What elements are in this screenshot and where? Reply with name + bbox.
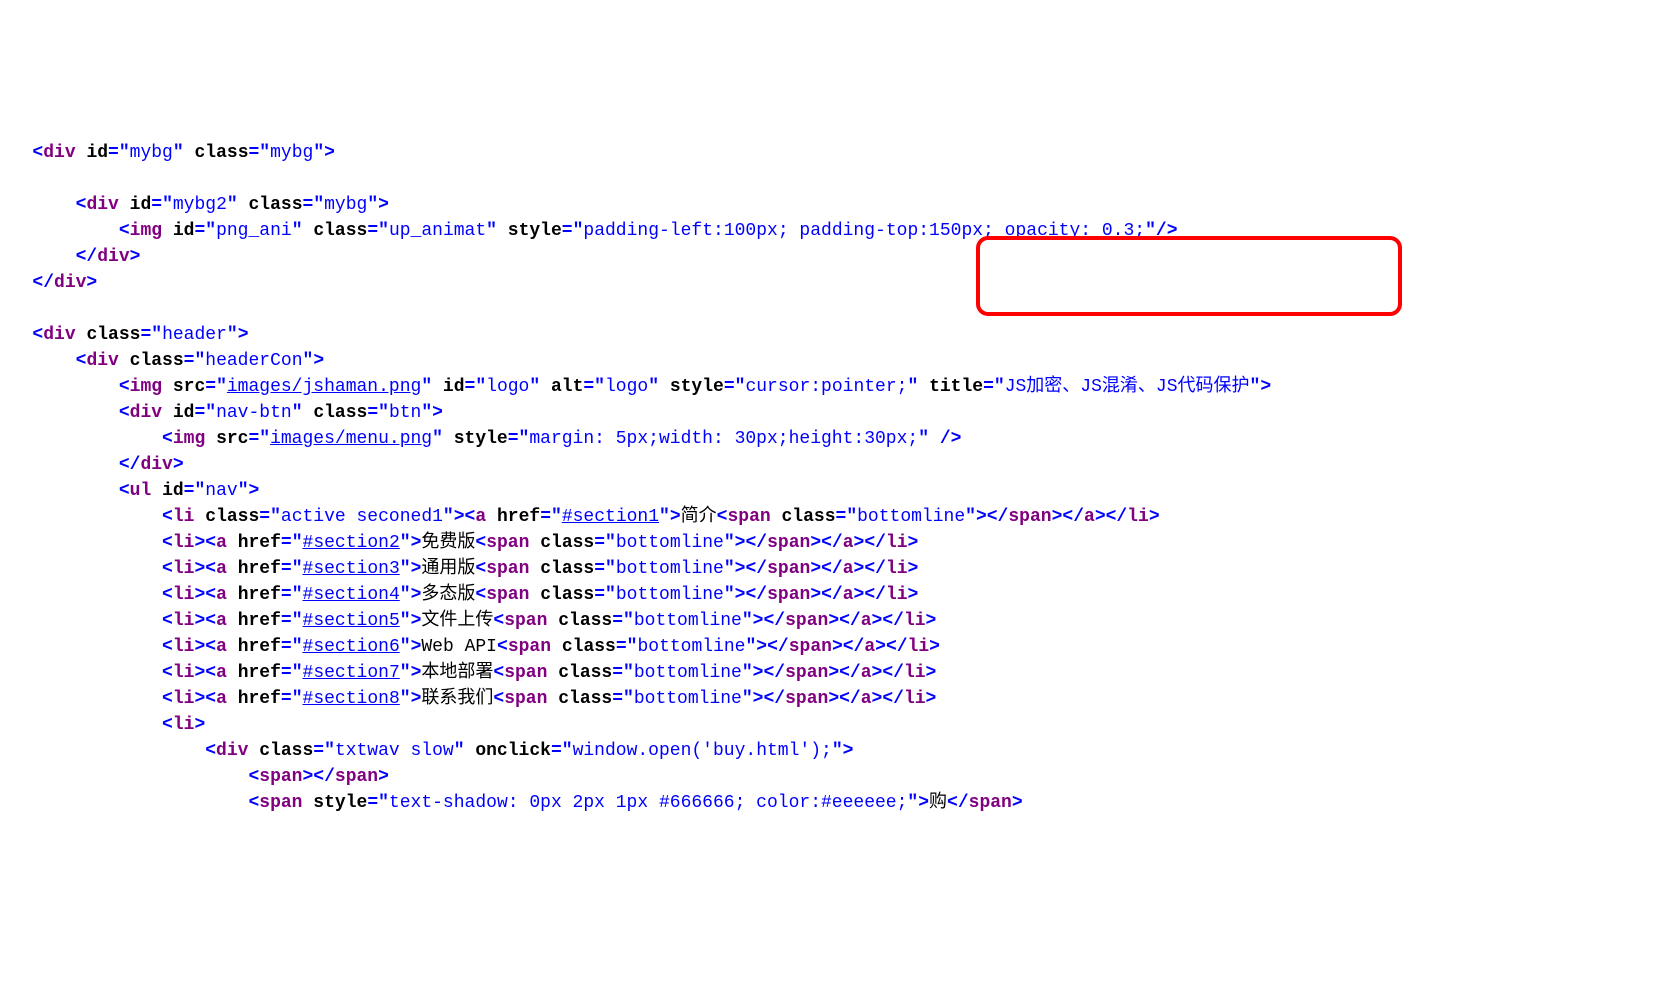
code-line: <div class="header"> — [0, 325, 249, 345]
code-line: </div> — [0, 273, 97, 293]
code-line: <li><a href="#section6">Web API<span cla… — [0, 637, 940, 657]
src-link[interactable]: images/jshaman.png — [227, 377, 421, 397]
code-viewer: <div id="mybg" class="mybg"> <div id="my… — [0, 104, 1660, 816]
code-line: <div id="mybg" class="mybg"> — [0, 143, 335, 163]
code-line: <li> — [0, 715, 205, 735]
code-line: <img src="images/menu.png" style="margin… — [0, 429, 961, 449]
href-link[interactable]: #section1 — [562, 507, 659, 527]
href-link[interactable]: #section4 — [303, 585, 400, 605]
code-line: <ul id="nav"> — [0, 481, 259, 501]
code-line: </div> — [0, 455, 184, 475]
code-line: <div id="mybg2" class="mybg"> — [0, 195, 389, 215]
code-line: <li class="active seconed1"><a href="#se… — [0, 507, 1160, 527]
code-line: <div class="txtwav slow" onclick="window… — [0, 741, 853, 761]
code-line: <img id="png_ani" class="up_animat" styl… — [0, 221, 1178, 241]
code-line: <span style="text-shadow: 0px 2px 1px #6… — [0, 793, 1023, 813]
href-link[interactable]: #section3 — [303, 559, 400, 579]
code-line: <li><a href="#section5">文件上传<span class=… — [0, 611, 936, 631]
src-link[interactable]: images/menu.png — [270, 429, 432, 449]
href-link[interactable]: #section7 — [303, 663, 400, 683]
code-line: <div class="headerCon"> — [0, 351, 324, 371]
code-line: </div> — [0, 247, 140, 267]
code-line: <li><a href="#section4">多态版<span class="… — [0, 585, 918, 605]
code-line: <div id="nav-btn" class="btn"> — [0, 403, 443, 423]
href-link[interactable]: #section8 — [303, 689, 400, 709]
code-line: <li><a href="#section2">免费版<span class="… — [0, 533, 918, 553]
href-link[interactable]: #section5 — [303, 611, 400, 631]
href-link[interactable]: #section6 — [303, 637, 400, 657]
code-line: <li><a href="#section3">通用版<span class="… — [0, 559, 918, 579]
code-line: <li><a href="#section8">联系我们<span class=… — [0, 689, 936, 709]
href-link[interactable]: #section2 — [303, 533, 400, 553]
code-line: <span></span> — [0, 767, 389, 787]
code-line: <li><a href="#section7">本地部署<span class=… — [0, 663, 936, 683]
code-line: <img src="images/jshaman.png" id="logo" … — [0, 377, 1271, 397]
